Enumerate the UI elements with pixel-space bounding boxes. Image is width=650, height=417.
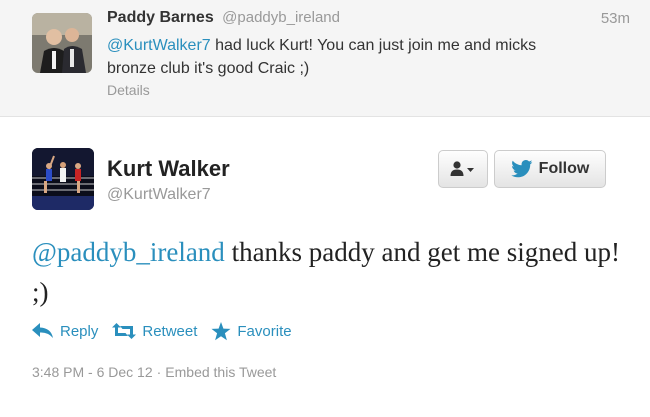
tweet-timestamp[interactable]: 3:48 PM - 6 Dec 12 [32, 364, 153, 380]
star-icon [211, 321, 231, 340]
retweet-label: Retweet [142, 322, 198, 340]
parent-header: Paddy Barnes @paddyb_ireland [107, 9, 627, 31]
retweet-icon [112, 323, 137, 339]
user-dropdown-button[interactable] [438, 150, 488, 188]
favorite-button[interactable]: Favorite [211, 321, 292, 341]
twitter-bird-icon [510, 160, 533, 178]
parent-tweet-text: @KurtWalker7 had luck Kurt! You can just… [107, 34, 587, 80]
parent-timestamp[interactable]: 53m [601, 10, 630, 27]
meta-separator: · [156, 364, 162, 380]
reply-label: Reply [60, 322, 99, 340]
details-link[interactable]: Details [107, 82, 150, 98]
parent-avatar[interactable] [32, 13, 92, 73]
retweet-button[interactable]: Retweet [112, 323, 197, 340]
favorite-label: Favorite [237, 322, 292, 340]
reply-icon [32, 323, 53, 338]
parent-fullname[interactable]: Paddy Barnes [107, 9, 214, 26]
parent-tweet[interactable]: Paddy Barnes @paddyb_ireland 53m @KurtWa… [0, 0, 650, 117]
tweet-mention-link[interactable]: @paddyb_ireland [32, 237, 225, 267]
main-avatar[interactable] [32, 148, 94, 210]
follow-button-label: Follow [538, 160, 590, 177]
parent-mention-link[interactable]: @KurtWalker7 [107, 37, 211, 54]
embed-tweet-link[interactable]: Embed this Tweet [165, 364, 276, 380]
boxing-ring-photo-icon [32, 148, 94, 210]
profile-photo-icon [32, 13, 92, 73]
parent-username[interactable]: @paddyb_ireland [222, 9, 340, 26]
tweet-author-name[interactable]: Kurt Walker [107, 156, 230, 182]
follow-button[interactable]: Follow [494, 150, 606, 188]
reply-button[interactable]: Reply [32, 323, 98, 340]
user-dropdown-icon [450, 161, 474, 176]
tweet-actions: Reply Retweet Favorite [32, 319, 306, 343]
tweet-text: @paddyb_ireland thanks paddy and get me … [32, 232, 622, 312]
tweet-author-username[interactable]: @KurtWalker7 [107, 186, 211, 204]
tweet-meta: 3:48 PM - 6 Dec 12 · Embed this Tweet [32, 364, 276, 380]
